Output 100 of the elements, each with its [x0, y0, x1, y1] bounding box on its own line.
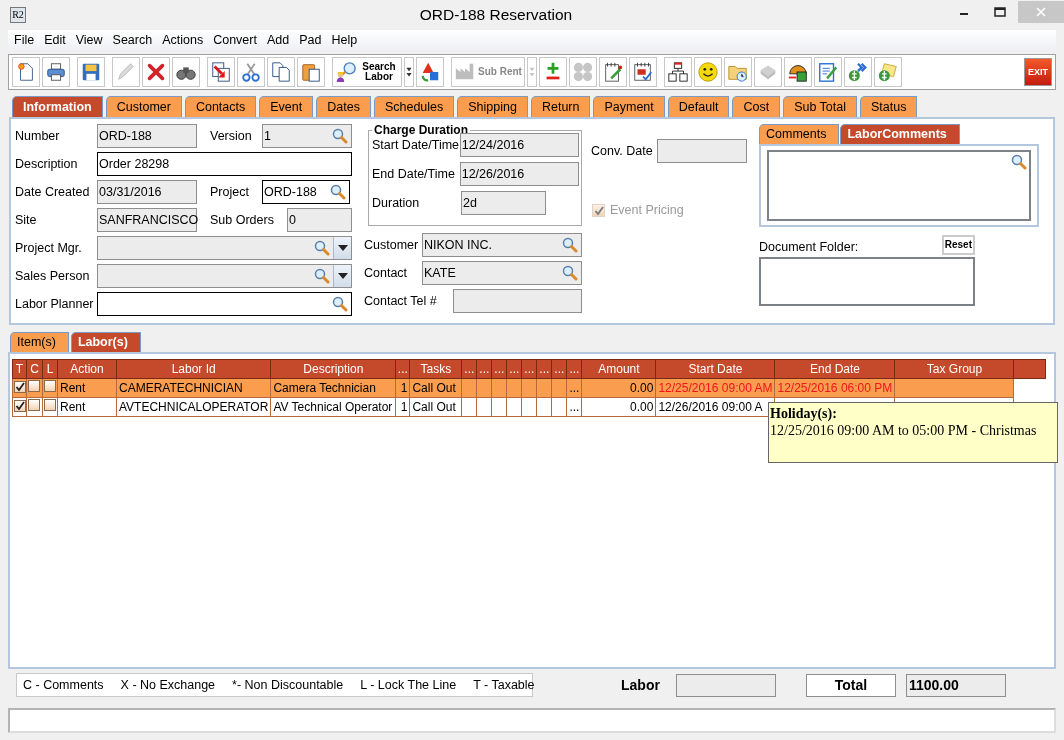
checkbox[interactable]	[14, 380, 26, 393]
text-field[interactable]: ORD-188	[97, 124, 197, 148]
search-icon[interactable]	[314, 268, 330, 284]
table-cell: 1	[395, 397, 410, 417]
find-button[interactable]	[172, 57, 200, 87]
text-field[interactable]: 0	[287, 208, 352, 232]
checkbox[interactable]	[44, 399, 56, 412]
column-header[interactable]: Tax Group	[895, 359, 1014, 379]
menu-item[interactable]: Pad	[294, 32, 327, 48]
text-field[interactable]: Order 28298	[97, 152, 352, 176]
tab[interactable]: Comments	[759, 124, 840, 144]
search-icon[interactable]	[562, 265, 578, 281]
lookup-field[interactable]: KATE	[422, 261, 582, 285]
tab[interactable]: Default	[667, 96, 730, 117]
delete-button[interactable]	[142, 57, 170, 87]
menu-item[interactable]: Edit	[39, 32, 71, 48]
add-remove-button[interactable]	[538, 57, 567, 87]
lookup-field[interactable]: NIKON INC.	[422, 233, 582, 257]
column-header[interactable]: Labor Id	[116, 359, 271, 379]
column-header[interactable]: Action	[57, 359, 117, 379]
table-cell: AVTECHNICALOPERATOR	[116, 397, 271, 417]
paste-button[interactable]	[297, 57, 325, 87]
tab[interactable]: Customer	[105, 96, 182, 117]
smiley-icon	[696, 61, 719, 83]
date-field[interactable]: 12/24/2016	[459, 133, 579, 158]
dollar-arrows-button[interactable]	[843, 57, 872, 87]
lookup-field[interactable]: ORD-188	[262, 180, 350, 204]
lookup-field[interactable]	[97, 292, 352, 316]
tab[interactable]: Shipping	[457, 96, 528, 117]
tab[interactable]: LaborComments	[840, 124, 960, 144]
menu-item[interactable]: View	[70, 32, 108, 48]
notes-button[interactable]	[598, 57, 627, 87]
tab[interactable]: Schedules	[373, 96, 455, 117]
date-field[interactable]: 03/31/2016	[97, 180, 197, 204]
date-field[interactable]: 12/26/2016	[459, 162, 579, 187]
column-header[interactable]: Amount	[581, 359, 656, 379]
dropdown-button[interactable]	[333, 265, 351, 287]
search-icon[interactable]	[562, 237, 578, 253]
copy-button[interactable]	[267, 57, 295, 87]
dropdown-button[interactable]	[333, 237, 351, 259]
tab[interactable]: Contacts	[184, 96, 257, 117]
text-field[interactable]: SANFRANCISCO	[97, 208, 197, 232]
comment-box[interactable]	[767, 150, 1031, 221]
dropdown-button[interactable]	[404, 57, 414, 87]
tab[interactable]: Status	[860, 96, 918, 117]
hierarchy-button[interactable]	[663, 57, 692, 87]
app-icon: R2	[10, 7, 26, 23]
search-icon[interactable]	[314, 240, 330, 256]
menu-item[interactable]: Add	[261, 32, 295, 48]
copy-to-button[interactable]	[207, 57, 235, 87]
column-header[interactable]: Start Date	[655, 359, 775, 379]
checkbox[interactable]	[28, 399, 40, 412]
shapes-button[interactable]	[416, 57, 444, 87]
exit-button[interactable]: EXIT	[1024, 58, 1052, 86]
checkbox[interactable]	[44, 380, 56, 393]
total-field[interactable]: 1100.00	[906, 673, 1006, 697]
search-icon[interactable]	[1011, 154, 1027, 170]
field-label: Start Date/Time	[372, 137, 460, 153]
tab[interactable]: Cost	[732, 96, 781, 117]
print-button[interactable]	[42, 57, 70, 87]
menu-item[interactable]: Search	[107, 32, 158, 48]
search-icon[interactable]	[332, 128, 348, 144]
tab[interactable]: Information	[12, 96, 103, 117]
column-header[interactable]: T	[12, 359, 27, 379]
checkbox[interactable]	[14, 399, 26, 412]
text-field[interactable]: 2d	[461, 191, 546, 216]
reset-button[interactable]: Reset	[941, 235, 975, 255]
new-button[interactable]	[12, 57, 40, 87]
tab[interactable]: Event	[259, 96, 314, 117]
tab[interactable]: Sub Total	[783, 96, 858, 117]
calendar-button[interactable]	[628, 57, 657, 87]
search-icon[interactable]	[332, 296, 348, 312]
labor-field[interactable]	[676, 673, 776, 697]
tab[interactable]: Dates	[316, 96, 371, 117]
menu-item[interactable]: Actions	[157, 32, 209, 48]
save-button[interactable]	[77, 57, 105, 87]
tab[interactable]: Labor(s)	[70, 332, 141, 352]
tab[interactable]: Return	[530, 96, 591, 117]
column-header[interactable]: Tasks	[409, 359, 462, 379]
menu-item[interactable]: Convert	[208, 32, 262, 48]
document-folder-box[interactable]	[759, 257, 975, 306]
tab[interactable]: Item(s)	[10, 332, 69, 352]
tab[interactable]: Payment	[593, 96, 665, 117]
lookup-field[interactable]: 1	[262, 124, 352, 148]
search-icon[interactable]	[330, 184, 346, 200]
column-header[interactable]: Description	[270, 359, 396, 379]
gauge-button[interactable]	[783, 57, 812, 87]
legend-text: C - Comments	[23, 677, 104, 693]
folder-clock-button[interactable]	[723, 57, 752, 87]
column-header[interactable]: End Date	[775, 359, 895, 379]
date-field[interactable]	[657, 139, 747, 163]
smiley-button[interactable]	[693, 57, 722, 87]
dollar-note-button[interactable]	[873, 57, 902, 87]
text-field[interactable]	[453, 289, 582, 313]
edit-document-button[interactable]	[813, 57, 842, 87]
menu-item[interactable]: Help	[326, 32, 363, 48]
search-labor-button[interactable]: Search Labor	[332, 57, 402, 87]
checkbox[interactable]	[28, 380, 40, 393]
menu-item[interactable]: File	[9, 32, 40, 48]
cut-button[interactable]	[237, 57, 265, 87]
